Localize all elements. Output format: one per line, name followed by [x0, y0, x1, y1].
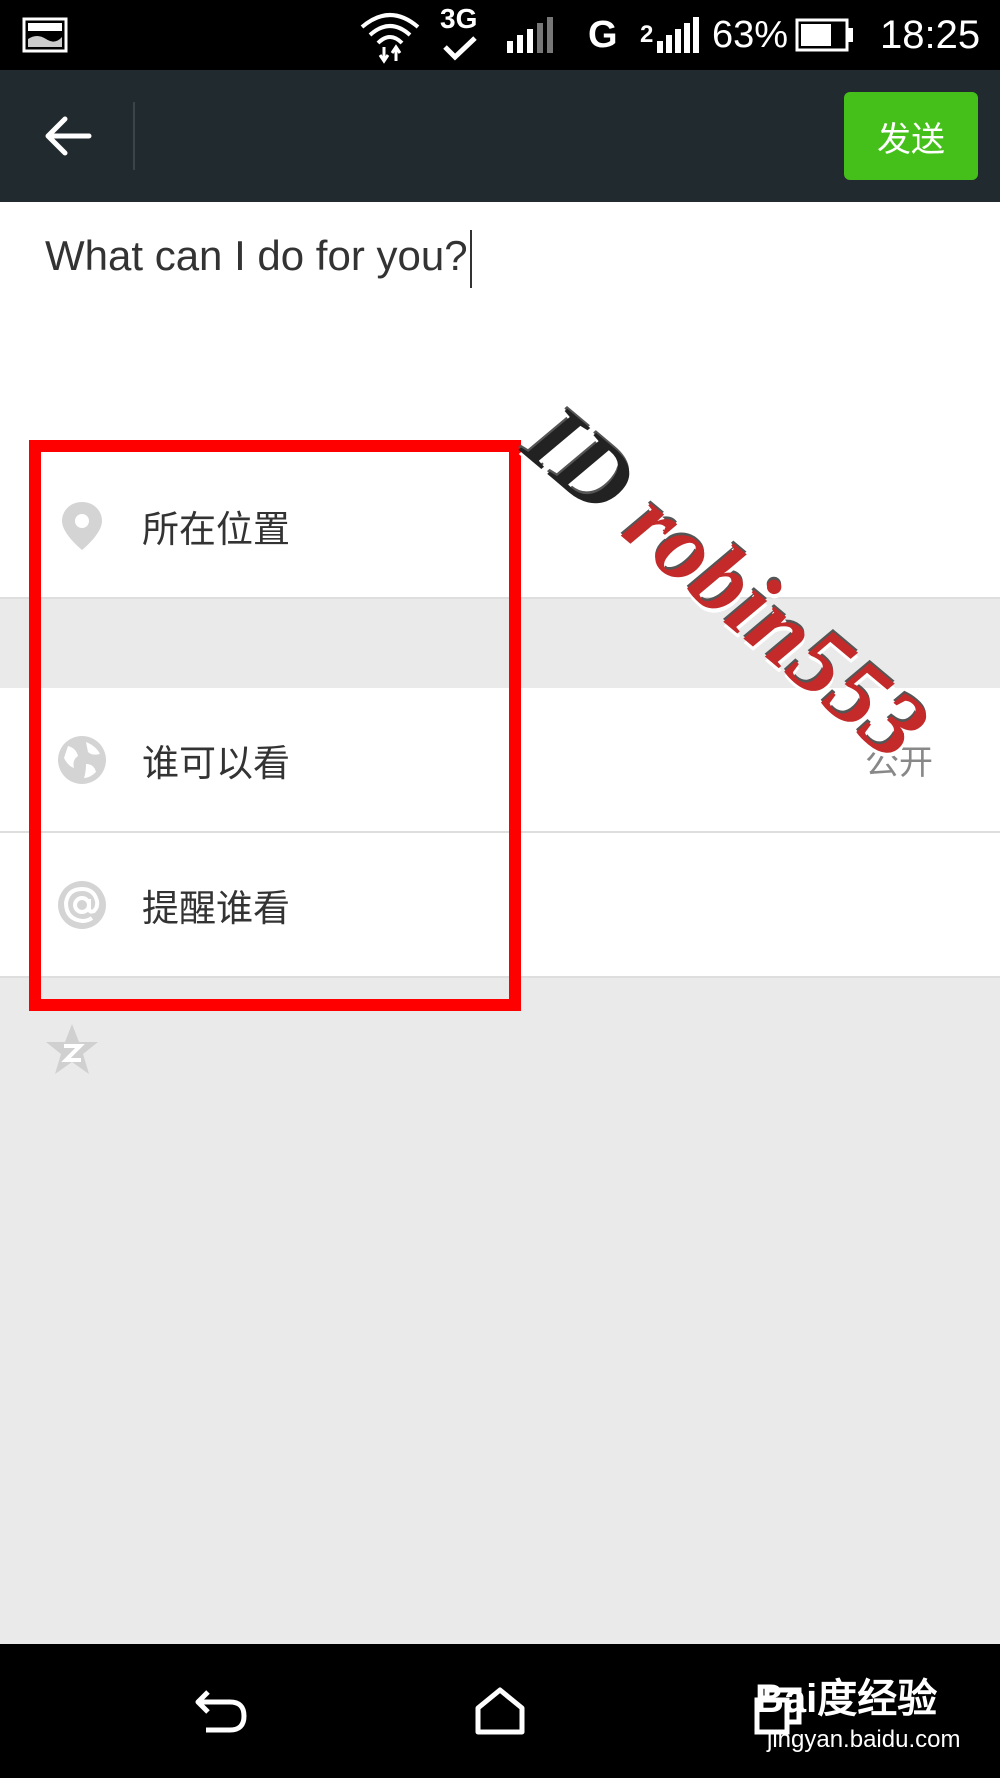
signal-strength-icon-2: 2: [640, 0, 700, 70]
baidu-logo-text: Bai度经验: [755, 1677, 938, 1721]
clock: 18:25: [880, 12, 981, 57]
compose-text-field[interactable]: What can I do for you?: [45, 230, 472, 288]
send-button[interactable]: 发送: [844, 92, 978, 180]
gallery-notification-icon: [22, 0, 68, 70]
baidu-jingyan-logo: Bai度经验 jingyan.baidu.com: [755, 1666, 990, 1766]
signal-strength-icon-1: [505, 0, 557, 70]
highlight-box: [29, 440, 521, 1011]
back-button[interactable]: [30, 98, 106, 174]
carrier-g-label: G: [588, 13, 618, 56]
wifi-icon: [358, 0, 422, 70]
3g-check-icon: 3G: [440, 0, 480, 70]
back-arrow-icon: [45, 116, 92, 156]
text-cursor: [469, 230, 472, 288]
qzone-star-icon[interactable]: [44, 1022, 100, 1076]
baidu-url: jingyan.baidu.com: [767, 1726, 961, 1753]
action-bar-divider: [133, 102, 135, 170]
home-icon: [475, 1687, 525, 1735]
battery-percent: 63%: [712, 13, 789, 56]
action-bar: 发送: [0, 70, 1000, 202]
status-bar: 3G G 2 63% 18:25: [0, 0, 1000, 70]
home-nav-button[interactable]: [458, 1669, 542, 1753]
back-nav-button[interactable]: [180, 1669, 264, 1753]
undo-back-icon: [195, 1690, 247, 1733]
battery-icon: [795, 0, 855, 70]
compose-text: What can I do for you?: [45, 232, 468, 280]
